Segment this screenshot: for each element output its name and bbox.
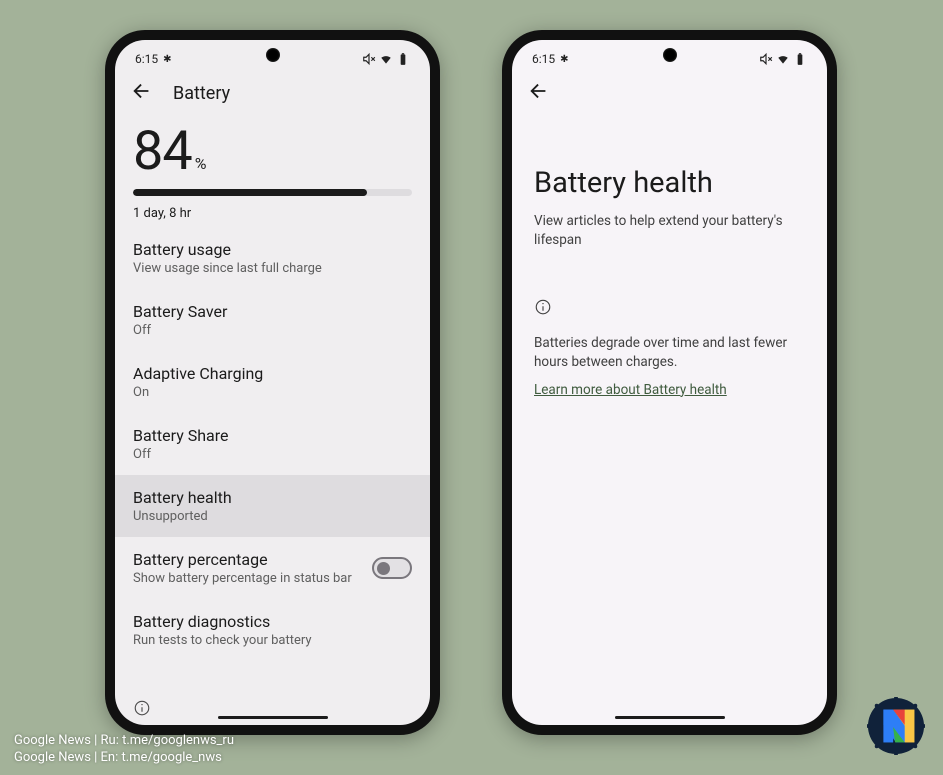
- app-bar: [512, 70, 827, 106]
- info-text: Batteries degrade over time and last few…: [512, 320, 827, 372]
- item-sub: Unsupported: [133, 509, 412, 524]
- info-icon: [512, 250, 827, 320]
- nav-handle[interactable]: [218, 716, 328, 719]
- status-time: 6:15: [135, 52, 158, 66]
- item-sub: Off: [133, 447, 412, 462]
- phone-right: 6:15 ✱ Battery health View articles to h…: [502, 30, 837, 735]
- nav-handle[interactable]: [615, 716, 725, 719]
- screen-battery-settings: 6:15 ✱ Battery 84 %: [115, 40, 430, 725]
- item-title: Battery Share: [133, 426, 412, 445]
- back-icon[interactable]: [131, 80, 153, 106]
- item-battery-diagnostics[interactable]: Battery diagnostics Run tests to check y…: [115, 599, 430, 661]
- status-asterisk-icon: ✱: [163, 54, 171, 65]
- toggle-battery-percentage[interactable]: [372, 557, 412, 579]
- item-sub: Off: [133, 323, 412, 338]
- mute-icon: [362, 52, 376, 66]
- item-title: Adaptive Charging: [133, 364, 412, 383]
- battery-icon: [396, 52, 410, 66]
- wifi-icon: [776, 52, 790, 66]
- item-title: Battery diagnostics: [133, 612, 412, 631]
- battery-time-remaining: 1 day, 8 hr: [115, 196, 430, 227]
- watermark-text: Google News | Ru: t.me/googlenws_ru Goog…: [14, 733, 234, 767]
- watermark-line2: Google News | En: t.me/google_nws: [14, 750, 234, 767]
- battery-progress-fill: [133, 189, 367, 196]
- battery-percent-display: 84 %: [115, 120, 430, 183]
- item-battery-saver[interactable]: Battery Saver Off: [115, 289, 430, 351]
- item-sub: On: [133, 385, 412, 400]
- battery-progress-bar: [133, 189, 412, 196]
- percent-unit: %: [195, 154, 207, 173]
- item-battery-percentage[interactable]: Battery percentage Show battery percenta…: [115, 537, 430, 599]
- wifi-icon: [379, 52, 393, 66]
- page-title-battery-health: Battery health: [512, 106, 827, 200]
- learn-more-link[interactable]: Learn more about Battery health: [512, 372, 827, 398]
- page-subtitle: View articles to help extend your batter…: [512, 200, 827, 250]
- status-asterisk-icon: ✱: [560, 54, 568, 65]
- battery-percent-value: 84: [133, 120, 192, 183]
- info-icon[interactable]: [133, 699, 151, 721]
- item-battery-usage[interactable]: Battery usage View usage since last full…: [115, 227, 430, 289]
- item-title: Battery health: [133, 488, 412, 507]
- screen-battery-health: 6:15 ✱ Battery health View articles to h…: [512, 40, 827, 725]
- channel-logo-icon: [867, 697, 925, 755]
- camera-hole: [266, 48, 280, 62]
- item-title: Battery usage: [133, 240, 412, 259]
- item-adaptive-charging[interactable]: Adaptive Charging On: [115, 351, 430, 413]
- item-sub: Show battery percentage in status bar: [133, 571, 352, 586]
- app-bar: Battery: [115, 70, 430, 120]
- mute-icon: [759, 52, 773, 66]
- phone-left: 6:15 ✱ Battery 84 %: [105, 30, 440, 735]
- status-time: 6:15: [532, 52, 555, 66]
- item-sub: View usage since last full charge: [133, 261, 412, 276]
- item-battery-share[interactable]: Battery Share Off: [115, 413, 430, 475]
- page-title-battery: Battery: [173, 83, 230, 104]
- camera-hole: [663, 48, 677, 62]
- item-battery-health[interactable]: Battery health Unsupported: [115, 475, 430, 537]
- item-title: Battery Saver: [133, 302, 412, 321]
- battery-icon: [793, 52, 807, 66]
- back-icon[interactable]: [528, 80, 550, 106]
- watermark-line1: Google News | Ru: t.me/googlenws_ru: [14, 733, 234, 750]
- item-title: Battery percentage: [133, 550, 352, 569]
- item-sub: Run tests to check your battery: [133, 633, 412, 648]
